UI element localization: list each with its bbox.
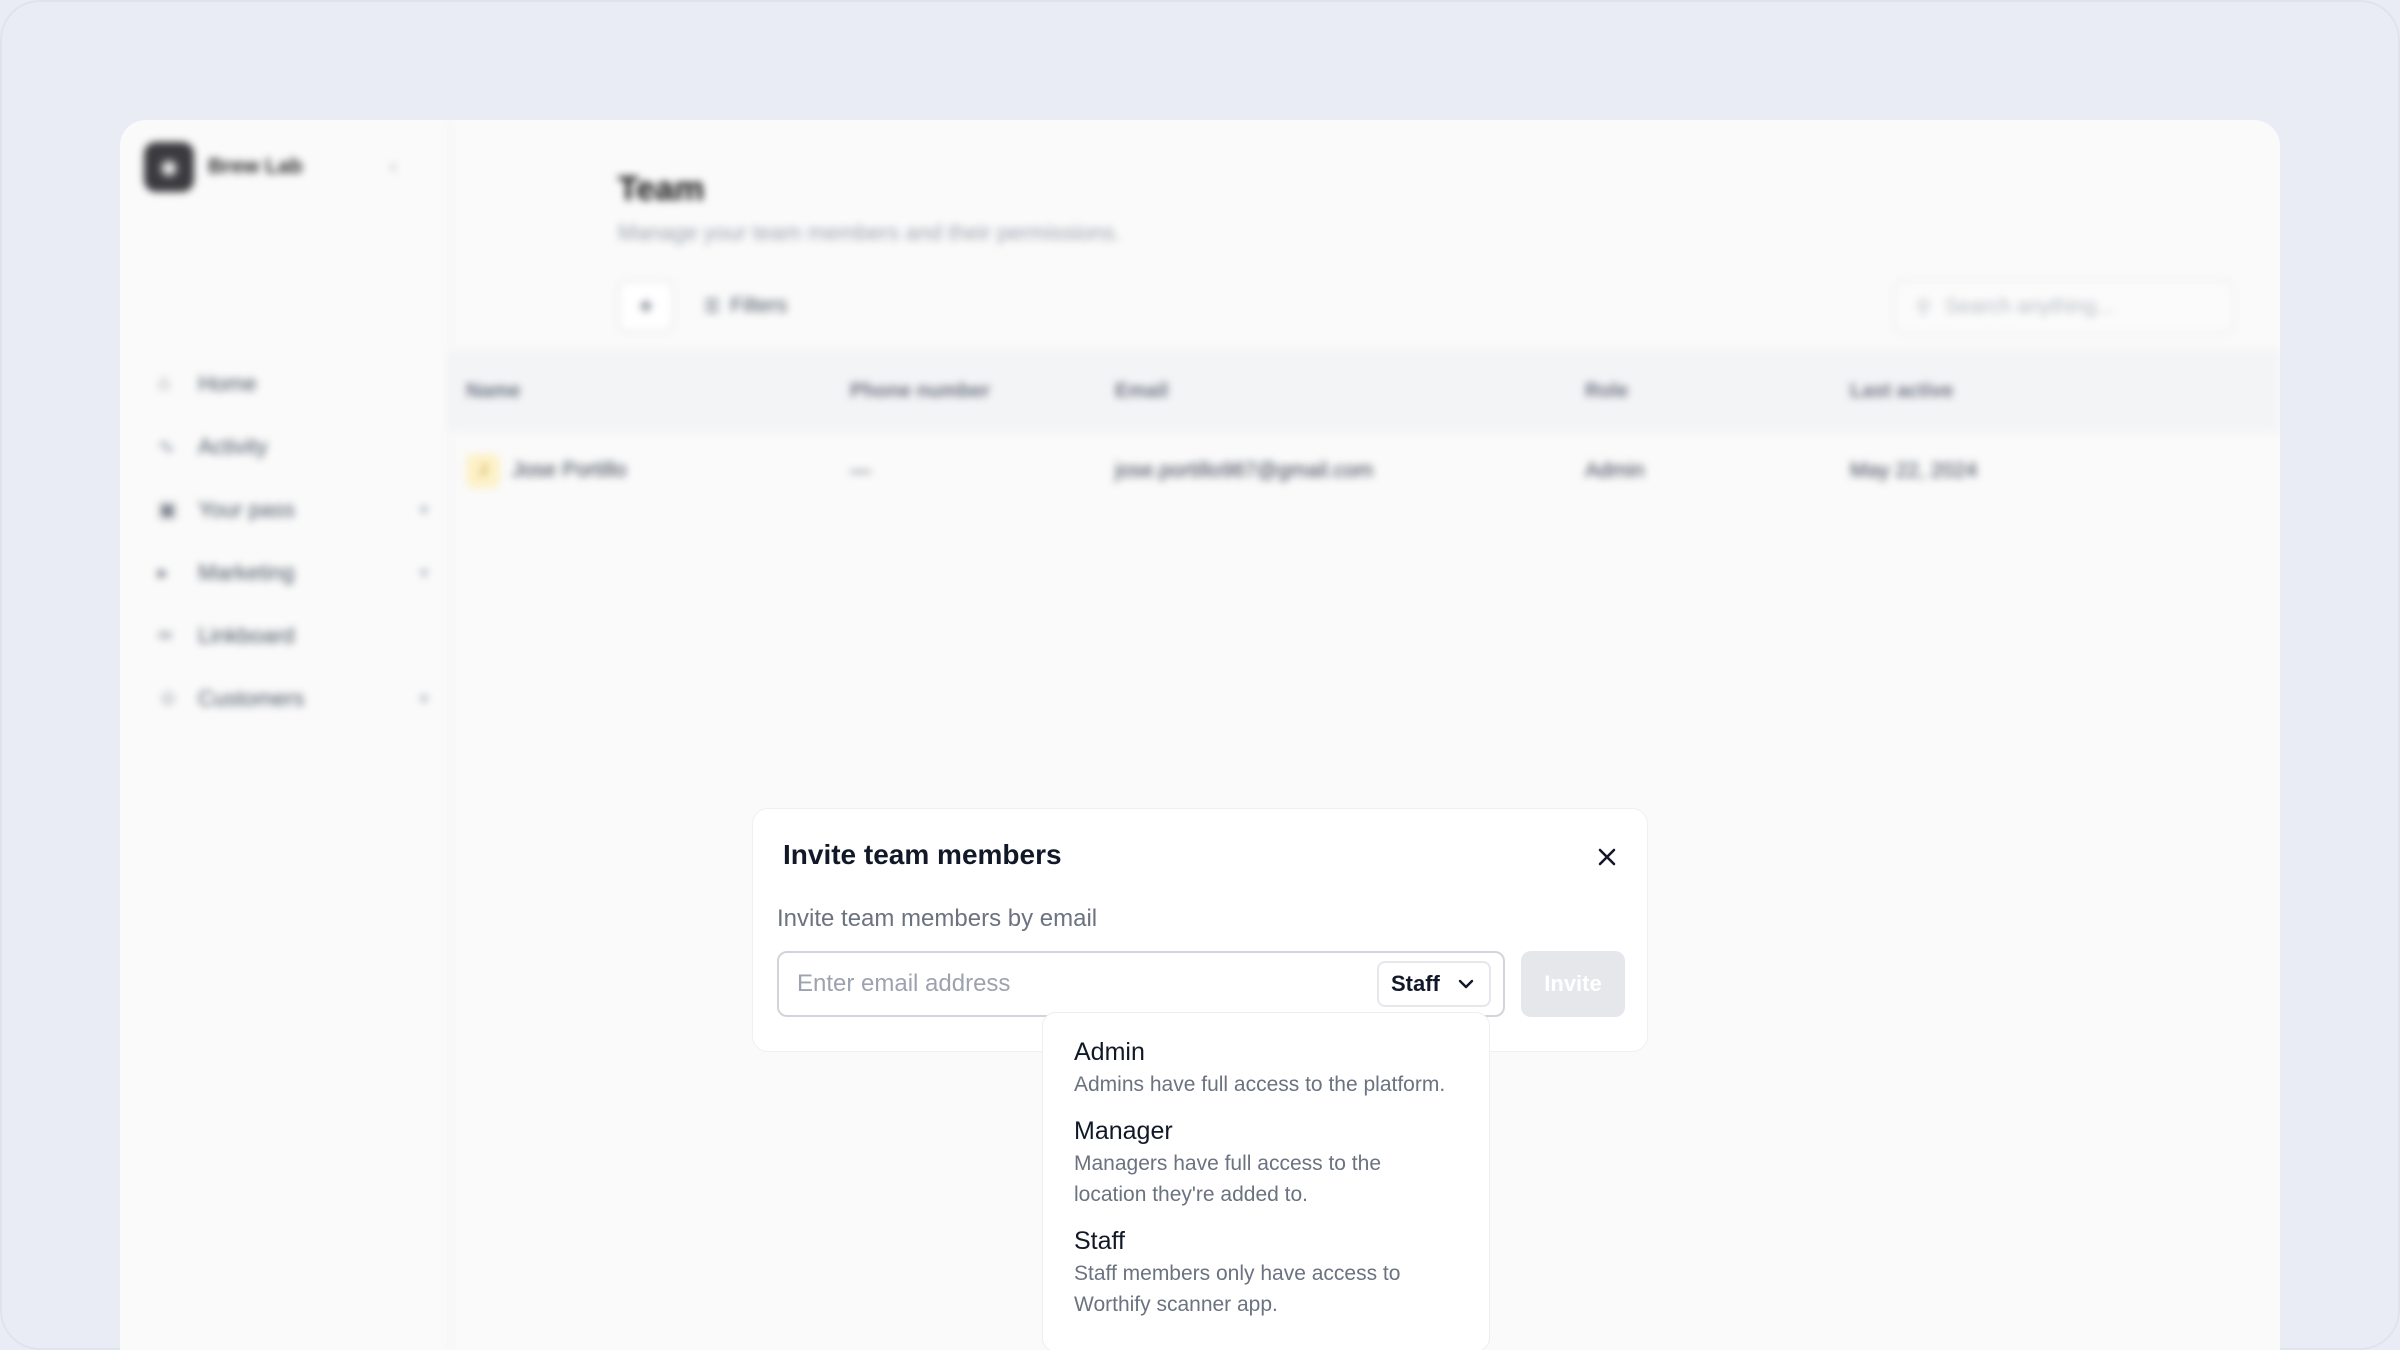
column-header-role[interactable]: Role (1585, 380, 1628, 403)
sidebar-item-marketing[interactable]: ▸ Marketing ▾ (158, 541, 428, 604)
marketing-icon: ▸ (158, 562, 169, 584)
add-member-button[interactable]: + (618, 280, 674, 332)
role-option-description: Managers have full access to the locatio… (1074, 1152, 1382, 1206)
sidebar-item-home[interactable]: ⌂ Home (158, 352, 428, 415)
email-field-wrapper: Staff (777, 951, 1505, 1017)
search-input[interactable]: ⚲ Search anything... (1894, 280, 2234, 334)
search-placeholder: Search anything... (1944, 295, 2114, 318)
member-last-active: May 22, 2024 (1850, 459, 1978, 482)
sidebar-collapse-icon[interactable]: ‹ (390, 156, 397, 179)
column-header-email[interactable]: Email (1115, 380, 1168, 403)
filters-label: Filters (730, 294, 788, 317)
sidebar-item-activity[interactable]: ∿ Activity (158, 415, 428, 478)
role-option-name: Staff (1074, 1227, 1125, 1255)
page-title: Team (618, 170, 705, 208)
link-icon: ∞ (158, 624, 173, 646)
brand-name: Brew Lab (208, 155, 303, 178)
sidebar: ◉ Brew Lab ‹ ⌂ Home ∿ Activity ▣ Your pa… (120, 120, 450, 1350)
sidebar-item-your-pass[interactable]: ▣ Your pass ▾ (158, 478, 428, 541)
sidebar-nav: ⌂ Home ∿ Activity ▣ Your pass ▾ ▸ Market… (158, 352, 428, 730)
member-name-cell: J Jose Portillo (466, 454, 626, 488)
toolbar: + ☰ Filters (618, 280, 803, 332)
sidebar-item-customers[interactable]: ☺ Customers ▾ (158, 667, 428, 730)
brand: ◉ Brew Lab (144, 142, 303, 192)
activity-icon: ∿ (158, 436, 175, 458)
member-role: Admin (1585, 459, 1645, 482)
column-header-phone[interactable]: Phone number (850, 380, 990, 403)
logo-icon: ◉ (144, 142, 194, 192)
member-phone: — (850, 459, 871, 482)
role-select-value: Staff (1391, 971, 1440, 996)
sidebar-item-linkboard[interactable]: ∞ Linkboard (158, 604, 428, 667)
role-option-staff[interactable]: Staff Staff members only have access to … (1074, 1226, 1459, 1320)
chevron-down-icon (1458, 979, 1474, 989)
sidebar-item-label: Linkboard (198, 622, 295, 648)
invite-button[interactable]: Invite (1521, 951, 1625, 1017)
filter-icon: ☰ (704, 295, 721, 316)
team-table: Name Phone number Email Role Last active… (450, 350, 2280, 510)
email-field[interactable] (797, 953, 1357, 1015)
sidebar-item-label: Customers (198, 685, 305, 711)
table-row[interactable]: J Jose Portillo — jose.portillo987@gmail.… (450, 432, 2280, 510)
chevron-down-icon: ▾ (419, 501, 428, 519)
search-icon: ⚲ (1916, 296, 1931, 319)
chevron-down-icon: ▾ (419, 564, 428, 582)
role-option-description: Staff members only have access to Worthi… (1074, 1262, 1401, 1316)
role-dropdown-menu: Admin Admins have full access to the pla… (1042, 1012, 1490, 1350)
close-button[interactable] (1589, 839, 1625, 875)
avatar: J (466, 454, 500, 488)
role-select[interactable]: Staff (1377, 961, 1491, 1007)
member-name: Jose Portillo (512, 458, 627, 482)
sidebar-item-label: Marketing (198, 559, 295, 585)
sidebar-item-label: Activity (198, 433, 268, 459)
chevron-down-icon: ▾ (419, 690, 428, 708)
member-email: jose.portillo987@gmail.com (1115, 459, 1374, 482)
home-icon: ⌂ (158, 372, 171, 394)
invite-by-email-label: Invite team members by email (777, 905, 1098, 932)
column-header-last-active[interactable]: Last active (1850, 380, 1953, 403)
sidebar-item-label: Home (198, 370, 257, 396)
column-header-name[interactable]: Name (466, 380, 520, 403)
customers-icon: ☺ (158, 687, 179, 709)
role-option-manager[interactable]: Manager Managers have full access to the… (1074, 1116, 1459, 1210)
pass-icon: ▣ (158, 499, 177, 521)
role-option-admin[interactable]: Admin Admins have full access to the pla… (1074, 1037, 1459, 1100)
page-subtitle: Manage your team members and their permi… (618, 220, 1121, 245)
close-icon (1598, 848, 1616, 866)
role-option-description: Admins have full access to the platform. (1074, 1073, 1446, 1096)
table-header: Name Phone number Email Role Last active (450, 350, 2280, 432)
filters-button[interactable]: ☰ Filters (688, 280, 803, 332)
sidebar-item-label: Your pass (198, 496, 296, 522)
role-option-name: Admin (1074, 1038, 1145, 1066)
modal-title: Invite team members (783, 839, 1062, 870)
role-option-name: Manager (1074, 1117, 1173, 1145)
